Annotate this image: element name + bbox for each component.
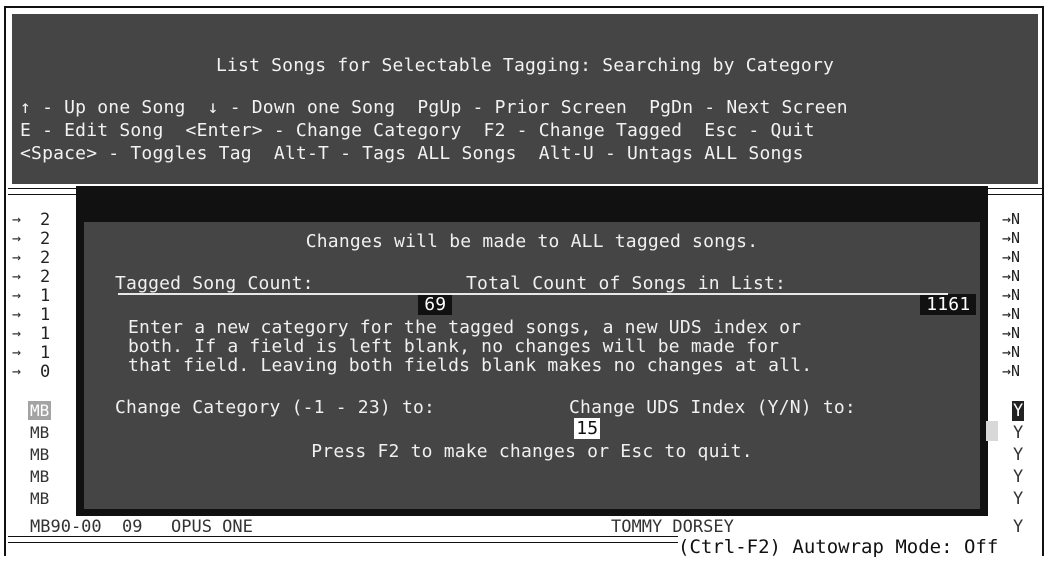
list-item-flag: Y [1013, 445, 1024, 465]
instruction-line: Enter a new category for the tagged song… [128, 317, 802, 338]
list-item-digit: 0 [40, 362, 51, 382]
list-arrow-icon: → [12, 362, 22, 380]
list-item-digit: 2 [40, 248, 51, 268]
text-cursor-icon [986, 421, 999, 441]
list-item-digit: 1 [40, 305, 51, 325]
list-item-digit: 1 [40, 343, 51, 363]
total-count-label: Total Count of Songs in List: [466, 273, 787, 294]
list-item-flag: Y [1013, 489, 1024, 509]
list-item-code: MB [30, 467, 50, 486]
list-item-code: MB [30, 423, 50, 442]
list-arrow-icon: → [12, 286, 22, 304]
list-item-flag: →N [1002, 248, 1021, 266]
song-title: OPUS ONE [171, 517, 253, 537]
help-line-navigation: ↑ - Up one Song ↓ - Down one Song PgUp -… [20, 97, 848, 118]
list-item-flag: →N [1002, 267, 1021, 285]
list-item-flag: →N [1002, 229, 1021, 247]
list-arrow-icon: → [12, 210, 22, 228]
list-arrow-icon: → [12, 248, 22, 266]
list-item-digit: 1 [40, 286, 51, 306]
list-item-code: MB [28, 401, 52, 420]
list-item-flag: Y [1013, 423, 1024, 443]
dialog-heading: Changes will be made to ALL tagged songs… [305, 231, 759, 252]
status-divider [8, 536, 678, 543]
dialog-divider [118, 293, 948, 295]
list-item-flag: →N [1002, 324, 1021, 342]
page-title: List Songs for Selectable Tagging: Searc… [215, 55, 835, 76]
list-item-digit: 2 [40, 210, 51, 230]
help-line-editing: E - Edit Song <Enter> - Change Category … [20, 120, 815, 141]
help-line-tagging: <Space> - Toggles Tag Alt-T - Tags ALL S… [20, 143, 804, 164]
tagged-count-label: Tagged Song Count: [115, 273, 314, 294]
list-item-flag: Y [1013, 517, 1024, 537]
autowrap-status: (Ctrl-F2) Autowrap Mode: Off [678, 536, 999, 558]
list-item-flag: Y [1013, 467, 1024, 487]
total-count-value: 1161 [854, 273, 977, 336]
list-item-digit: 2 [40, 229, 51, 249]
category-label: Change Category (-1 - 23) to: [115, 397, 436, 418]
list-item-flag: →N [1002, 305, 1021, 323]
list-item-flag: →N [1002, 210, 1021, 228]
list-item-digit: 2 [40, 267, 51, 287]
header-panel: List Songs for Selectable Tagging: Searc… [12, 14, 1038, 184]
list-arrow-icon: → [12, 305, 22, 323]
list-arrow-icon: → [12, 267, 22, 285]
instruction-line: that field. Leaving both fields blank ma… [128, 355, 813, 376]
list-item-flag: Y [1012, 401, 1025, 421]
uds-index-label: Change UDS Index (Y/N) to: [569, 397, 856, 418]
dialog-body: Changes will be made to ALL tagged songs… [84, 222, 999, 509]
instruction-line: both. If a field is left blank, no chang… [128, 336, 780, 357]
list-arrow-icon: → [12, 229, 22, 247]
list-item-flag: →N [1002, 343, 1021, 361]
change-tagged-dialog: Changes will be made to ALL tagged songs… [76, 186, 999, 516]
list-item-flag: →N [1002, 286, 1021, 304]
song-code: MB90-00 [30, 517, 102, 537]
list-arrow-icon: → [12, 343, 22, 361]
dialog-footer: Press F2 to make changes or Esc to quit. [311, 441, 753, 462]
list-item-digit: 1 [40, 324, 51, 344]
song-artist: TOMMY DORSEY [611, 517, 734, 537]
list-item-flag: →N [1002, 362, 1021, 380]
window-frame-top [4, 6, 1044, 8]
list-item-code: MB [30, 489, 50, 508]
list-item-code: MB [30, 445, 50, 464]
list-arrow-icon: → [12, 324, 22, 342]
song-number: 09 [122, 517, 143, 537]
